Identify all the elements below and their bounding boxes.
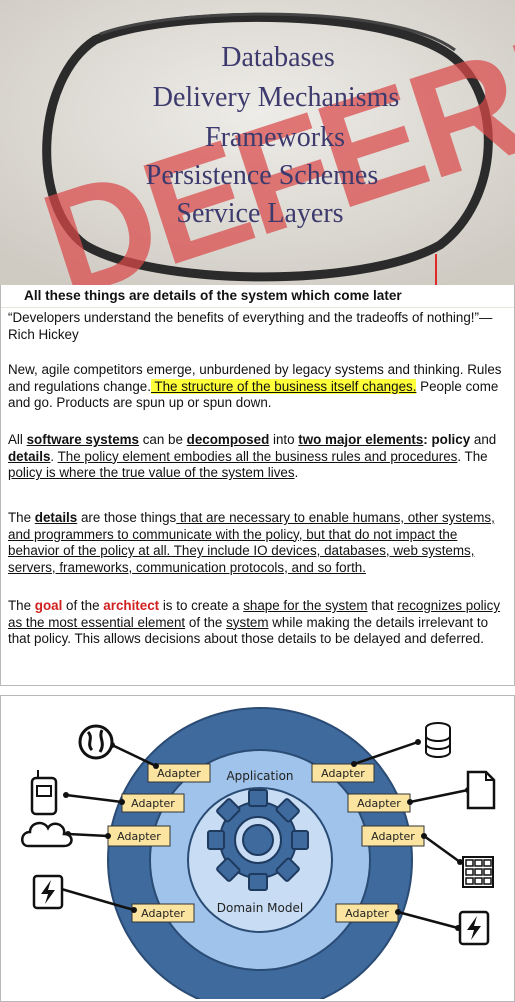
adapter-right-2: Adapter <box>361 825 425 847</box>
application-label: Application <box>226 769 293 783</box>
hexagonal-architecture-diagram: Application Domain Model Adapter Adapter… <box>21 707 496 999</box>
mobile-phone-icon <box>30 770 58 816</box>
policy-sentence: The policy element embodies all the busi… <box>57 448 458 464</box>
paragraph-2: All software systems can be decomposed i… <box>8 432 497 480</box>
svg-text:Adapter: Adapter <box>321 767 365 780</box>
term-goal: goal <box>34 598 63 613</box>
globe-icon <box>78 724 114 760</box>
svg-text:Adapter: Adapter <box>357 797 401 810</box>
domain-model-label: Domain Model <box>217 901 303 915</box>
defer-slide-graphic: DEFER! Databases Delivery Mechanisms Fra… <box>0 0 515 308</box>
slide-item-service: Service Layers <box>176 198 343 229</box>
svg-text:Adapter: Adapter <box>131 797 175 810</box>
svg-text:Adapter: Adapter <box>157 767 201 780</box>
term-shape: shape for the system <box>243 598 368 613</box>
term-architect: architect <box>103 598 160 613</box>
policy-value-sentence: policy is where the true value of the sy… <box>8 465 295 480</box>
slide-item-databases: Databases <box>221 42 335 73</box>
document-icon <box>466 770 496 810</box>
adapter-left-1: Adapter <box>121 793 185 813</box>
adapter-top-right: Adapter <box>311 763 375 783</box>
para1-highlight: The structure of the business itself cha… <box>150 378 417 394</box>
adapter-left-2: Adapter <box>107 825 171 847</box>
cloud-icon <box>21 821 73 848</box>
svg-text:Adapter: Adapter <box>345 907 389 920</box>
slide-item-delivery: Delivery Mechanisms <box>153 82 400 113</box>
adapter-right-1: Adapter <box>347 793 411 813</box>
adapter-bottom-right: Adapter <box>335 903 399 923</box>
slide-item-persistence: Persistence Schemes <box>146 160 379 191</box>
lightning-bolt-icon-left <box>32 874 64 910</box>
svg-text:Adapter: Adapter <box>141 907 185 920</box>
term-software-systems: software systems <box>26 432 139 447</box>
paragraph-3: The details are those things that are ne… <box>8 510 495 575</box>
paragraph-1: New, agile competitors emerge, unburdene… <box>8 362 508 412</box>
lightning-bolt-icon-right <box>458 910 490 946</box>
quote-block: “Developers understand the benefits of e… <box>8 310 506 343</box>
term-details: details <box>8 448 51 464</box>
term-system: system <box>226 614 269 630</box>
defer-slide-image: DEFER! Databases Delivery Mechanisms Fra… <box>0 0 515 308</box>
adapter-bottom-left: Adapter <box>131 903 195 923</box>
term-decomposed: decomposed <box>186 432 270 447</box>
svg-text:Adapter: Adapter <box>117 830 161 843</box>
svg-text:Adapter: Adapter <box>371 830 415 843</box>
slide-item-frameworks: Frameworks <box>205 122 345 153</box>
grid-device-icon <box>462 856 494 888</box>
database-icon <box>425 722 451 758</box>
gear-icon <box>207 789 309 891</box>
quote-text: “Developers understand the benefits of e… <box>8 310 493 342</box>
term-details-2: details <box>34 510 78 525</box>
paragraph-4: The goal of the architect is to create a… <box>8 598 501 646</box>
term-two-major-elements: two major elements <box>298 432 424 447</box>
